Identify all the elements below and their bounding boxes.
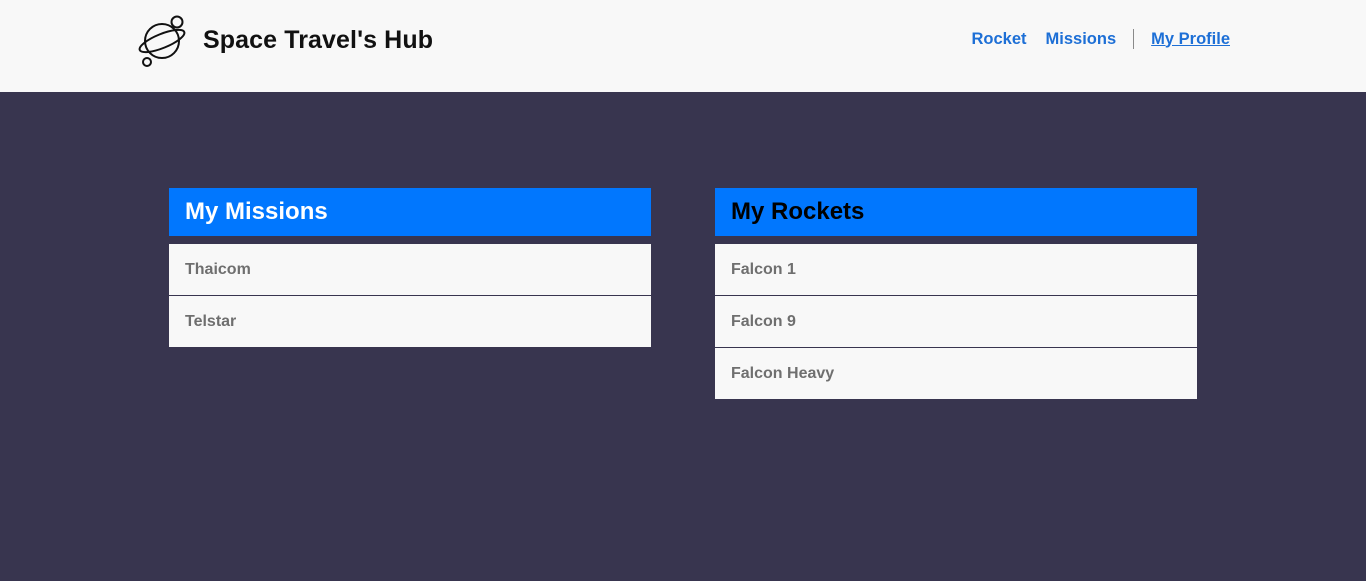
nav-link-rocket[interactable]: Rocket bbox=[972, 30, 1027, 49]
list-item: Telstar bbox=[185, 312, 237, 330]
planet-icon bbox=[138, 15, 186, 67]
my-rockets-panel: My Rockets Falcon 1 Falcon 9 Falcon Heav… bbox=[715, 188, 1197, 399]
list-item: Falcon Heavy bbox=[731, 364, 835, 382]
brand-title: Space Travel's Hub bbox=[203, 25, 434, 54]
main-nav: Rocket Missions My Profile bbox=[972, 28, 1230, 50]
my-rockets-title: My Rockets bbox=[715, 188, 1197, 236]
brand[interactable]: Space Travel's Hub bbox=[136, 12, 433, 68]
nav-link-missions[interactable]: Missions bbox=[1046, 30, 1117, 49]
list-item: Falcon 9 bbox=[715, 296, 1197, 348]
nav-link-my-profile[interactable]: My Profile bbox=[1151, 30, 1230, 49]
my-missions-title: My Missions bbox=[169, 188, 651, 236]
list-item: Falcon 1 bbox=[715, 244, 1197, 296]
site-header: Space Travel's Hub Rocket Missions My Pr… bbox=[0, 0, 1366, 92]
rockets-list: Falcon 1 Falcon 9 Falcon Heavy bbox=[715, 244, 1197, 399]
nav-divider bbox=[1133, 29, 1135, 49]
missions-list: Thaicom Telstar bbox=[169, 244, 651, 347]
my-missions-panel: My Missions Thaicom Telstar bbox=[169, 188, 651, 347]
list-item: Thaicom bbox=[169, 244, 651, 296]
